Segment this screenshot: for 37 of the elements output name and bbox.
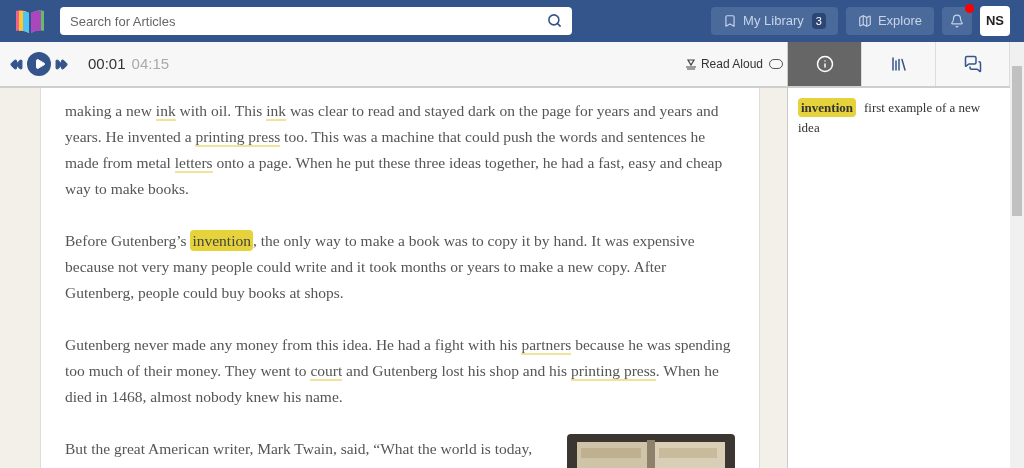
duration: 04:15: [131, 53, 170, 74]
glossary-link[interactable]: court: [310, 362, 343, 381]
fast-forward-icon[interactable]: [55, 57, 68, 71]
glossary-link[interactable]: letters: [174, 154, 213, 173]
glossary-link[interactable]: ink: [266, 102, 287, 121]
logo-icon[interactable]: [14, 7, 46, 35]
info-icon: [815, 55, 834, 73]
article-paragraph: Gutenberg never made any money from this idea. He had a fight with his partners because he was spending too much of their money. They went to court and Gutenberg lost his shop and his printing press. When he died in 1468, almost nobody knew his name.: [65, 335, 732, 407]
bookmark-icon: [723, 14, 738, 28]
current-time: 00:01: [88, 53, 126, 74]
my-library-button[interactable]: My Library 3: [711, 7, 838, 35]
scrollbar[interactable]: [1010, 42, 1024, 468]
books-icon: [889, 55, 908, 73]
explore-button[interactable]: Explore: [845, 7, 934, 35]
bell-icon: [950, 14, 964, 28]
read-aloud-button[interactable]: Read Aloud: [684, 55, 763, 73]
play-icon: [34, 58, 46, 70]
search-field[interactable]: Search for Articles: [60, 7, 572, 35]
chat-icon: [963, 55, 982, 73]
user-avatar[interactable]: NS: [980, 6, 1010, 36]
map-icon: [857, 14, 872, 28]
glossary-link[interactable]: ink: [155, 102, 176, 121]
glossary-link[interactable]: printing press: [195, 128, 281, 147]
speaker-icon: [684, 58, 697, 70]
article-paragraph: But the great American writer, Mark Twain, said, “What the world is today,: [65, 436, 735, 462]
play-button[interactable]: [27, 52, 51, 76]
count-badge: 3: [811, 12, 826, 30]
glossary-link[interactable]: invention: [190, 230, 253, 251]
glossary-link[interactable]: printing press: [571, 362, 656, 381]
glossary-link[interactable]: partners: [521, 336, 572, 355]
search-icon[interactable]: [547, 13, 562, 28]
rewind-icon[interactable]: [10, 57, 23, 71]
notifications-button[interactable]: [942, 7, 972, 35]
glossary-entry: invention first example of a new idea: [798, 98, 982, 137]
article-paragraph: Before Gutenberg’s invention, the only way to make a book was to copy it by hand. It was expensive because not very many people could write and it took months or years to make a new copy. After Gutenberg, people could buy books at shops.: [65, 229, 696, 303]
panel-tab[interactable]: [788, 42, 862, 86]
article-paragraph: making a new ink with oil. This ink was clear to read and stayed dark on the page for years and years and years. He invented a printing press too. This was a machine that could push the words and sentences he made from metal letters onto a page. When he put these three ideas together, he had a fast, easy and cheap way to make books.: [65, 101, 724, 199]
